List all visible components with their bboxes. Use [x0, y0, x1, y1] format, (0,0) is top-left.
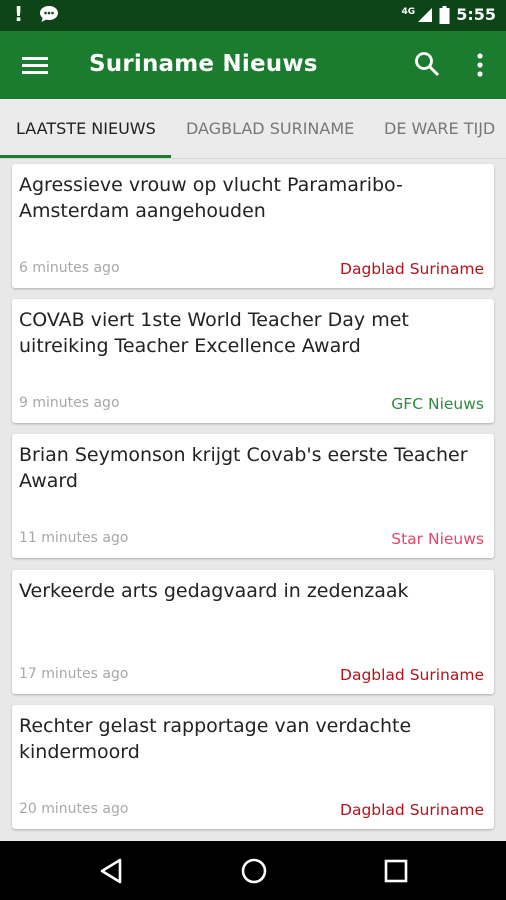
news-timestamp: 9 minutes ago [19, 395, 120, 411]
news-source: Dagblad Suriname [340, 666, 484, 684]
news-timestamp: 20 minutes ago [19, 801, 129, 817]
news-timestamp: 17 minutes ago [19, 666, 129, 682]
system-navigation-bar [0, 841, 506, 900]
alert-icon: ! [14, 2, 24, 26]
tab-de-ware-tijd[interactable]: DE WARE TIJD [384, 119, 495, 138]
news-card[interactable]: Verkeerde arts gedagvaard in zedenzaak 1… [12, 570, 494, 694]
battery-icon [439, 5, 450, 24]
news-headline[interactable]: COVAB viert 1ste World Teacher Day met u… [19, 307, 484, 359]
home-icon[interactable] [240, 857, 268, 885]
recents-icon[interactable] [382, 857, 410, 885]
news-card[interactable]: Agressieve vrouw op vlucht Paramaribo-Am… [12, 164, 494, 288]
signal-icon [418, 7, 433, 22]
news-headline[interactable]: Rechter gelast rapportage van verdachte … [19, 713, 484, 765]
app-bar: Suriname Nieuws [0, 31, 506, 99]
news-source: Dagblad Suriname [340, 801, 484, 819]
source-tabs: LAATSTE NIEUWS DAGBLAD SURINAME DE WARE … [0, 99, 506, 159]
search-icon[interactable] [414, 51, 440, 77]
network-type: 4G [401, 6, 416, 17]
more-options-icon[interactable] [470, 51, 490, 79]
news-card[interactable]: Rechter gelast rapportage van verdachte … [12, 705, 494, 829]
news-source: Star Nieuws [391, 530, 484, 548]
app-title: Suriname Nieuws [89, 51, 318, 77]
back-icon[interactable] [98, 857, 126, 885]
tab-dagblad-suriname[interactable]: DAGBLAD SURINAME [186, 119, 354, 138]
clock: 5:55 [456, 5, 496, 24]
chat-notification-icon [40, 6, 59, 22]
news-timestamp: 11 minutes ago [19, 530, 129, 546]
news-headline[interactable]: Verkeerde arts gedagvaard in zedenzaak [19, 578, 484, 604]
news-headline[interactable]: Brian Seymonson krijgt Covab's eerste Te… [19, 442, 484, 494]
active-tab-indicator [0, 155, 171, 158]
tab-laatste-nieuws[interactable]: LAATSTE NIEUWS [16, 119, 156, 138]
news-list[interactable]: Agressieve vrouw op vlucht Paramaribo-Am… [0, 159, 506, 841]
news-card[interactable]: Brian Seymonson krijgt Covab's eerste Te… [12, 434, 494, 558]
news-headline[interactable]: Agressieve vrouw op vlucht Paramaribo-Am… [19, 172, 484, 224]
status-bar: ! 4G 5:55 [0, 0, 506, 31]
news-card[interactable]: COVAB viert 1ste World Teacher Day met u… [12, 299, 494, 423]
news-timestamp: 6 minutes ago [19, 260, 120, 276]
news-source: Dagblad Suriname [340, 260, 484, 278]
hamburger-menu-icon[interactable] [22, 53, 48, 77]
news-source: GFC Nieuws [391, 395, 484, 413]
